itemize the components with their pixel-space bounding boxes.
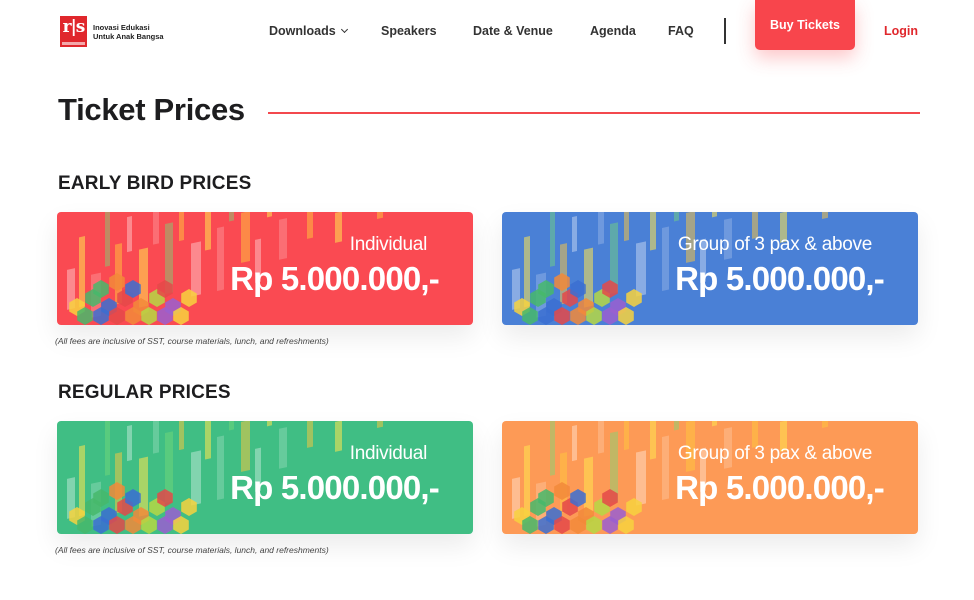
page-title: Ticket Prices xyxy=(58,92,245,127)
decor-bar xyxy=(307,421,313,448)
decor-bar xyxy=(179,421,184,451)
decor-hexagon xyxy=(554,273,570,291)
decor-bar xyxy=(598,212,604,245)
decor-bar xyxy=(650,212,656,251)
card-price: Rp 5.000.000,- xyxy=(230,469,440,506)
decor-bar xyxy=(662,226,669,291)
decor-bar xyxy=(205,212,211,251)
decor-bar xyxy=(712,212,717,218)
decor-bar xyxy=(191,450,201,506)
decor-bar xyxy=(217,435,224,500)
decor-bar xyxy=(105,421,110,476)
buy-tickets-button[interactable]: Buy Tickets xyxy=(755,0,855,50)
nav-agenda[interactable]: Agenda xyxy=(590,24,636,38)
nav-faq[interactable]: FAQ xyxy=(668,24,694,38)
decor-bar xyxy=(674,421,679,431)
price-card-regular-individual[interactable]: Individual Rp 5.000.000,- xyxy=(57,421,473,534)
logo-tagline-line-1: Inovasi Edukasi xyxy=(93,22,150,32)
decor-bar xyxy=(712,421,717,427)
card-price: Rp 5.000.000,- xyxy=(675,469,885,506)
decor-bar xyxy=(105,212,110,267)
decor-bar xyxy=(279,218,287,260)
decor-bar xyxy=(179,212,184,242)
decor-bar xyxy=(636,241,646,297)
decor-bar xyxy=(822,421,828,428)
early-bird-heading: EARLY BIRD PRICES xyxy=(58,173,252,194)
decor-hexagon xyxy=(109,482,125,500)
card-price: Rp 5.000.000,- xyxy=(675,260,885,297)
decor-bar xyxy=(241,212,250,263)
chevron-down-icon xyxy=(340,25,348,34)
price-card-regular-group[interactable]: Group of 3 pax & above Rp 5.000.000,- xyxy=(502,421,918,534)
decor-bar xyxy=(572,216,577,253)
decor-bar xyxy=(307,212,313,239)
logo-mark-text: r|s xyxy=(62,17,86,37)
decor-bar xyxy=(822,212,828,219)
decor-bar xyxy=(377,421,383,428)
decor-bar xyxy=(624,212,629,242)
decor-bar xyxy=(636,450,646,506)
decor-bar xyxy=(153,212,159,245)
logo-tagline: Inovasi Edukasi Untuk Anak Bangsa xyxy=(93,23,164,41)
decor-bar xyxy=(127,425,132,462)
decor-bar xyxy=(662,435,669,500)
price-card-early-individual[interactable]: Individual Rp 5.000.000,- xyxy=(57,212,473,325)
card-label: Group of 3 pax & above xyxy=(677,443,872,464)
card-price: Rp 5.000.000,- xyxy=(230,260,440,297)
decor-bar xyxy=(241,421,250,472)
decor-bar xyxy=(524,236,530,308)
decor-bar xyxy=(267,212,272,218)
regular-heading: REGULAR PRICES xyxy=(58,382,231,403)
decor-bar xyxy=(674,212,679,222)
decor-bar xyxy=(335,421,342,452)
decor-bar xyxy=(624,421,629,451)
decor-hexagon xyxy=(109,273,125,291)
decor-bar xyxy=(79,445,85,517)
nav-speakers[interactable]: Speakers xyxy=(381,24,437,38)
decor-bar xyxy=(79,236,85,308)
early-bird-fee-note: (All fees are inclusive of SST, course m… xyxy=(55,336,329,346)
decor-bar xyxy=(127,216,132,253)
decor-bar xyxy=(598,421,604,454)
title-divider-line xyxy=(268,112,920,114)
decor-bar xyxy=(572,425,577,462)
decor-bar xyxy=(335,212,342,243)
decor-hexagon xyxy=(554,482,570,500)
nav-divider xyxy=(724,18,726,44)
login-link[interactable]: Login xyxy=(884,24,918,38)
decor-bar xyxy=(267,421,272,427)
nav-date-venue[interactable]: Date & Venue xyxy=(473,24,553,38)
decor-bar xyxy=(524,445,530,517)
card-label: Individual xyxy=(349,443,428,464)
card-label: Individual xyxy=(349,234,428,255)
decor-bar xyxy=(191,241,201,297)
regular-fee-note: (All fees are inclusive of SST, course m… xyxy=(55,545,329,555)
nav-downloads[interactable]: Downloads xyxy=(269,24,348,38)
decor-bar xyxy=(550,212,555,267)
decor-bar xyxy=(217,226,224,291)
price-card-early-group[interactable]: Group of 3 pax & above Rp 5.000.000,- xyxy=(502,212,918,325)
top-navigation: r|s Inovasi Edukasi Untuk Anak Bangsa Do… xyxy=(0,0,974,64)
decor-bar xyxy=(650,421,656,460)
logo-mark: r|s xyxy=(60,16,87,47)
brand-logo[interactable]: r|s Inovasi Edukasi Untuk Anak Bangsa xyxy=(60,16,164,47)
card-label: Group of 3 pax & above xyxy=(677,234,872,255)
decor-bar xyxy=(229,421,234,431)
nav-downloads-label: Downloads xyxy=(269,24,336,38)
decor-bar xyxy=(377,212,383,219)
decor-bar xyxy=(279,427,287,469)
decor-bar xyxy=(550,421,555,476)
decor-bar xyxy=(229,212,234,222)
logo-tagline-line-2: Untuk Anak Bangsa xyxy=(93,31,164,41)
decor-bar xyxy=(153,421,159,454)
decor-bar xyxy=(205,421,211,460)
